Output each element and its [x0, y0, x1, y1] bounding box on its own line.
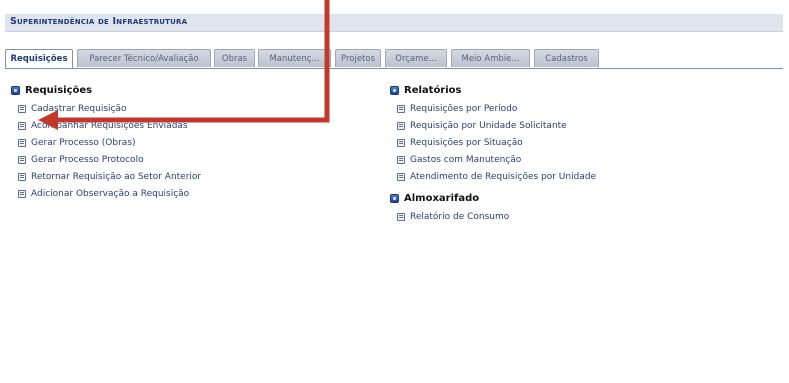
- menu-item-label: Gerar Processo Protocolo: [31, 154, 144, 165]
- menu-item-label: Relatório de Consumo: [410, 211, 510, 222]
- tab-parecer-tecnico[interactable]: Parecer Técnico/Avaliação: [77, 49, 211, 67]
- section-icon: [390, 194, 399, 203]
- tab-requisicoes[interactable]: Requisições: [5, 49, 73, 70]
- section-icon: [11, 86, 20, 95]
- document-icon: [397, 172, 405, 181]
- requisicoes-menu: Cadastrar Requisição Acompanhar Requisiç…: [18, 100, 201, 202]
- relatorios-menu: Requisições por Período Requisição por U…: [397, 100, 596, 185]
- tab-bar: Requisições Parecer Técnico/Avaliação Ob…: [5, 49, 783, 70]
- menu-item-label: Acompanhar Requisições Enviadas: [31, 120, 188, 131]
- almoxarifado-menu: Relatório de Consumo: [397, 208, 509, 225]
- document-icon: [397, 155, 405, 164]
- menu-item-label: Atendimento de Requisições por Unidade: [410, 171, 597, 182]
- menu-item-label: Adicionar Observação a Requisição: [31, 188, 190, 199]
- menu-item-label: Retornar Requisição ao Setor Anterior: [31, 171, 202, 182]
- menu-item-gerar-processo-obras[interactable]: Gerar Processo (Obras): [18, 134, 201, 151]
- tab-cadastros[interactable]: Cadastros: [534, 49, 599, 67]
- menu-item-acompanhar-requisicoes[interactable]: Acompanhar Requisições Enviadas: [18, 117, 201, 134]
- menu-item-cadastrar-requisicao[interactable]: Cadastrar Requisição: [18, 100, 201, 117]
- menu-item-gastos-manutencao[interactable]: Gastos com Manutenção: [397, 151, 596, 168]
- tab-projetos[interactable]: Projetos: [335, 49, 381, 67]
- tab-content: Requisições Cadastrar Requisição Acompan…: [5, 69, 783, 383]
- menu-item-label: Requisições por Período: [410, 103, 518, 114]
- menu-item-requisicao-por-unidade[interactable]: Requisição por Unidade Solicitante: [397, 117, 596, 134]
- menu-item-requisicoes-por-periodo[interactable]: Requisições por Período: [397, 100, 596, 117]
- menu-item-label: Gerar Processo (Obras): [31, 137, 136, 148]
- document-icon: [18, 121, 26, 130]
- document-icon: [397, 104, 405, 113]
- menu-item-requisicoes-por-situacao[interactable]: Requisições por Situação: [397, 134, 596, 151]
- tab-meio-ambiente[interactable]: Meio Ambie...: [451, 49, 530, 67]
- section-relatorios: Relatórios: [390, 85, 462, 96]
- top-strip: [0, 0, 789, 6]
- menu-item-label: Requisição por Unidade Solicitante: [410, 120, 567, 131]
- tab-obras[interactable]: Obras: [214, 49, 255, 67]
- menu-item-adicionar-observacao[interactable]: Adicionar Observação a Requisição: [18, 185, 201, 202]
- menu-item-gerar-processo-protocolo[interactable]: Gerar Processo Protocolo: [18, 151, 201, 168]
- tab-orcamento[interactable]: Orçame...: [385, 49, 447, 67]
- section-requisicoes-title: Requisições: [25, 85, 93, 96]
- section-almoxarifado: Almoxarifado: [390, 193, 479, 204]
- document-icon: [18, 138, 26, 147]
- menu-item-relatorio-consumo[interactable]: Relatório de Consumo: [397, 208, 509, 225]
- document-icon: [18, 172, 26, 181]
- document-icon: [18, 155, 26, 164]
- document-icon: [397, 121, 405, 130]
- tab-manutencao[interactable]: Manutenç...: [258, 49, 331, 67]
- header-title: Superintendência de Infraestrutura: [10, 16, 188, 27]
- menu-item-atendimento-requisicoes[interactable]: Atendimento de Requisições por Unidade: [397, 168, 596, 185]
- section-relatorios-title: Relatórios: [404, 85, 462, 96]
- section-requisicoes: Requisições: [11, 85, 92, 96]
- menu-item-label: Cadastrar Requisição: [31, 103, 127, 114]
- document-icon: [18, 104, 26, 113]
- section-icon: [390, 86, 399, 95]
- document-icon: [397, 212, 405, 221]
- menu-item-retornar-requisicao[interactable]: Retornar Requisição ao Setor Anterior: [18, 168, 201, 185]
- menu-item-label: Requisições por Situação: [410, 137, 523, 148]
- section-almoxarifado-title: Almoxarifado: [404, 193, 480, 204]
- document-icon: [18, 189, 26, 198]
- system-header: Superintendência de Infraestrutura: [5, 14, 783, 32]
- menu-item-label: Gastos com Manutenção: [410, 154, 522, 165]
- document-icon: [397, 138, 405, 147]
